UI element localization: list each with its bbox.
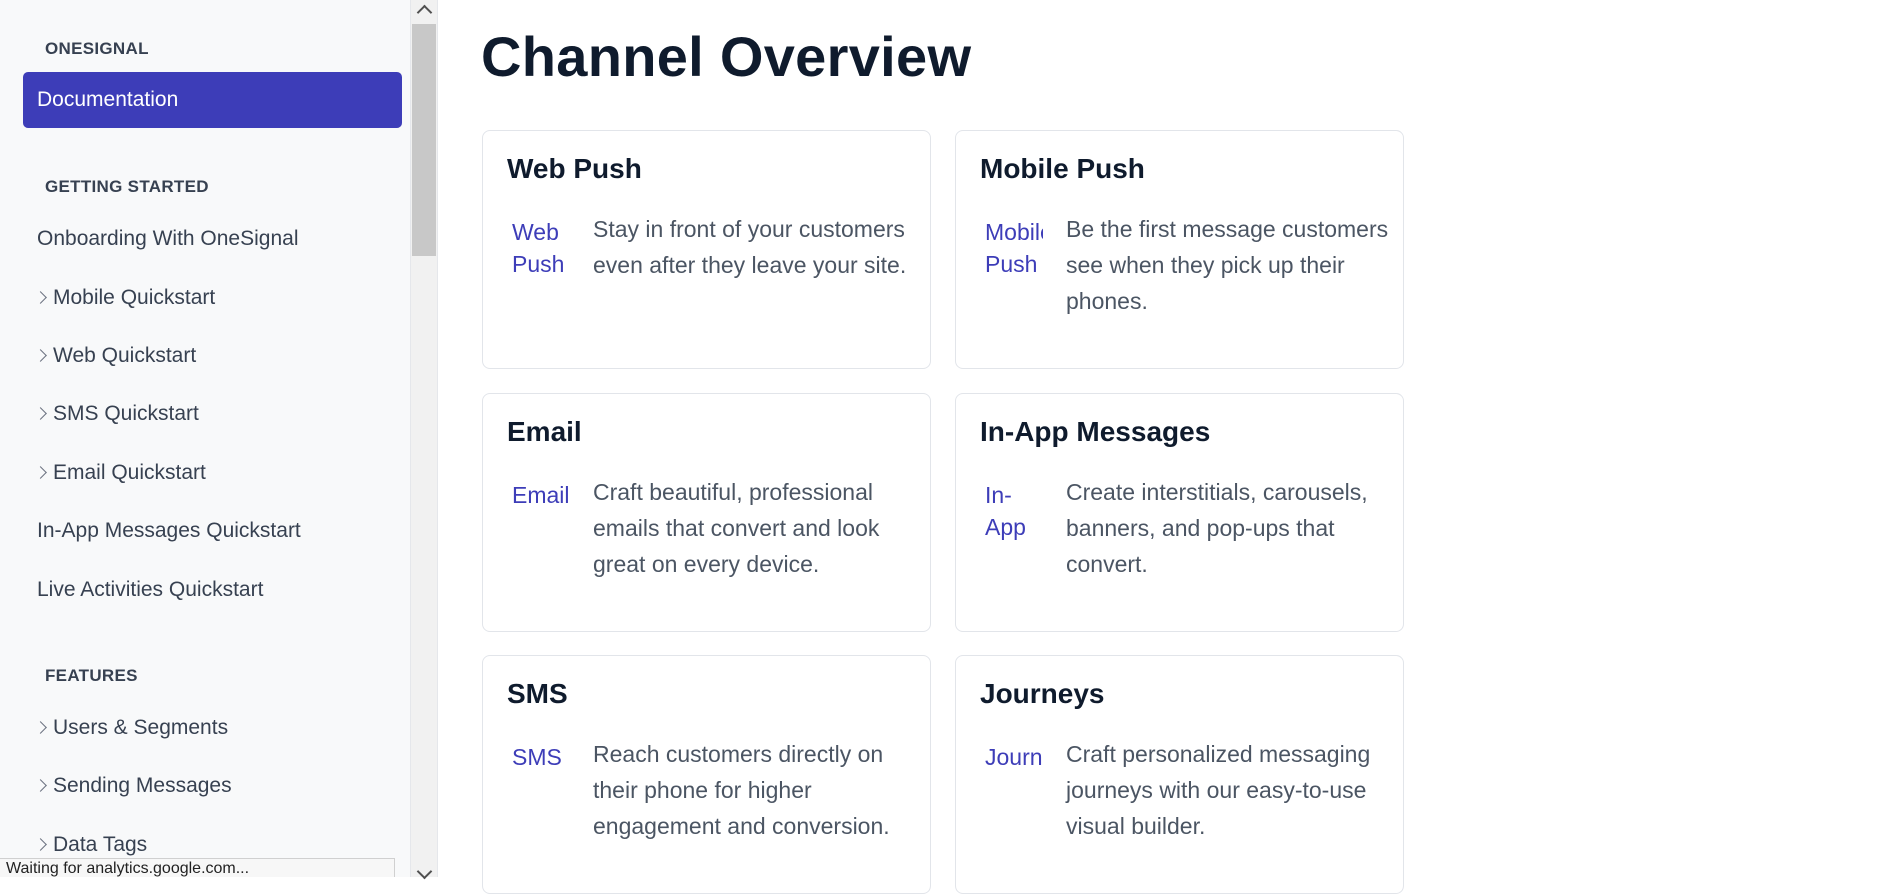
email-icon: Email [512,482,570,508]
channel-card-journeys[interactable]: Journeys Journeys Craft personalized mes… [955,655,1404,894]
sidebar-item-sending-messages[interactable]: Sending Messages [34,771,232,801]
sidebar-item-email-quickstart[interactable]: Email Quickstart [34,458,206,488]
sidebar-item-label: SMS Quickstart [53,402,199,425]
chevron-right-icon [34,349,47,362]
channel-card-sms[interactable]: SMS SMS Reach customers directly on thei… [482,655,931,894]
web-push-icon: Web Push [512,219,565,277]
card-description: Craft personalized messaging journeys wi… [1066,741,1371,839]
sidebar-item-live-activities-quickstart[interactable]: Live Activities Quickstart [37,575,263,605]
card-description: Be the first message customers see when … [1066,216,1389,314]
sidebar-item-users-segments[interactable]: Users & Segments [34,713,229,743]
card-title: SMS [507,678,568,709]
sidebar-item-label: Live Activities Quickstart [37,578,264,601]
scroll-up-arrow-icon[interactable] [416,4,433,21]
card-title: Web Push [507,153,642,184]
chevron-right-icon [34,838,47,851]
chevron-right-icon [34,779,47,792]
channel-card-mobile-push[interactable]: Mobile Push Mobile Push Be the first mes… [955,130,1404,369]
sidebar-item-mobile-quickstart[interactable]: Mobile Quickstart [34,283,216,313]
card-description: Reach customers directly on their phone … [593,741,890,839]
card-description: Stay in front of your customers even aft… [593,216,907,278]
sidebar: ONESIGNAL Documentation GETTING STARTED … [0,0,410,877]
card-title: Mobile Push [980,153,1145,184]
sidebar-item-label: Sending Messages [53,774,232,797]
card-description: Craft beautiful, professional emails tha… [593,479,880,577]
sidebar-item-data-tags[interactable]: Data Tags [34,830,148,860]
page-title: Channel Overview [481,25,972,88]
card-title: Journeys [980,678,1105,709]
card-title: In-App Messages [980,416,1211,447]
sidebar-item-sms-quickstart[interactable]: SMS Quickstart [34,399,199,429]
sidebar-item-documentation[interactable]: Documentation [23,72,402,128]
sidebar-item-in-app-quickstart[interactable]: In-App Messages Quickstart [37,516,301,546]
sidebar-item-label: Data Tags [53,833,148,856]
sidebar-item-label: Email Quickstart [53,461,206,484]
sidebar-item-label: Users & Segments [53,716,229,739]
sidebar-section-features: FEATURES [45,666,138,685]
in-app-messages-icon: In-App Messages [985,482,1043,549]
card-description: Create interstitials, carousels, banners… [1066,479,1368,577]
mobile-push-icon: Mobile Push [985,219,1043,277]
channel-card-web-push[interactable]: Web Push Web Push Stay in front of your … [482,130,931,369]
sidebar-section-onesignal: ONESIGNAL [45,39,149,58]
chevron-right-icon [34,466,47,479]
sms-icon: SMS [512,744,562,770]
channel-card-email[interactable]: Email Email Craft beautiful, professiona… [482,393,931,632]
sidebar-item-web-quickstart[interactable]: Web Quickstart [34,341,197,371]
browser-status-bar: Waiting for analytics.google.com... [0,858,395,877]
chevron-right-icon [34,721,47,734]
sidebar-item-label: Mobile Quickstart [53,286,216,309]
sidebar-scrollbar[interactable] [410,0,438,880]
sidebar-item-label: Onboarding With OneSignal [37,227,299,250]
scrollbar-thumb[interactable] [412,24,436,256]
channel-card-in-app-messages[interactable]: In-App Messages In-App Messages Create i… [955,393,1404,632]
chevron-right-icon [34,291,47,304]
sidebar-item-onboarding[interactable]: Onboarding With OneSignal [37,224,299,254]
chevron-right-icon [34,407,47,420]
card-title: Email [507,416,582,447]
sidebar-item-label: Web Quickstart [53,344,197,367]
journeys-icon: Journeys [985,744,1043,770]
sidebar-section-getting-started: GETTING STARTED [45,177,209,196]
sidebar-item-label: In-App Messages Quickstart [37,519,301,542]
